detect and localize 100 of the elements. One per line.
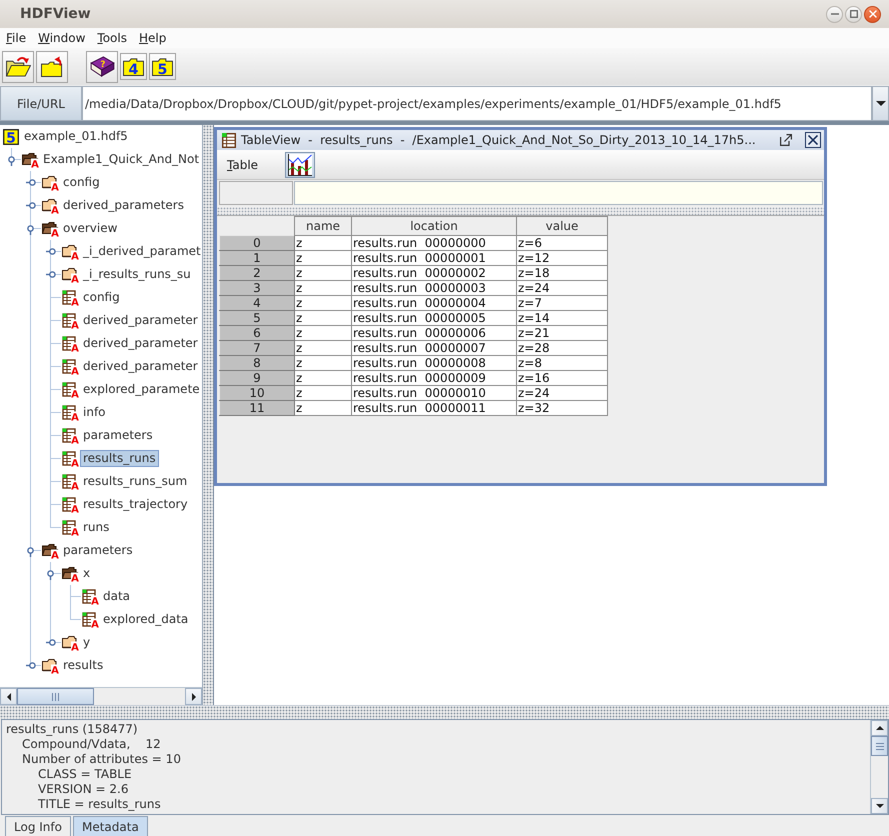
table-cell: z=28 xyxy=(516,340,608,356)
expander-icon[interactable] xyxy=(46,271,56,278)
toolbar-button[interactable] xyxy=(36,50,68,82)
menu-item[interactable]: Tools xyxy=(91,30,133,46)
pop-out-icon xyxy=(780,134,792,146)
tree-item[interactable]: _i_derived_paramet xyxy=(80,243,204,260)
row-header[interactable]: 9 xyxy=(220,370,294,386)
tree-item[interactable]: explored_paramete xyxy=(80,381,203,398)
tree-item[interactable]: results_runs_sum xyxy=(80,473,190,490)
toolbar-button[interactable]: ? xyxy=(86,50,118,82)
expander-icon[interactable] xyxy=(26,202,36,209)
folder-icon: A xyxy=(42,174,59,190)
tree-item[interactable]: explored_data xyxy=(100,611,192,628)
close-button[interactable] xyxy=(864,6,881,22)
expander-icon[interactable] xyxy=(27,225,34,235)
column-header[interactable]: value xyxy=(516,216,608,236)
minimize-icon xyxy=(830,13,838,15)
tree-item[interactable]: parameters xyxy=(60,542,136,559)
table-cell: z xyxy=(294,340,352,356)
menu-item[interactable]: Table xyxy=(221,156,264,172)
row-header[interactable]: 4 xyxy=(220,296,294,310)
table-cell: z=6 xyxy=(516,236,608,250)
row-header[interactable]: 11 xyxy=(220,400,294,416)
table-cell: z xyxy=(294,386,352,400)
close-button[interactable] xyxy=(805,132,821,148)
vertical-scrollbar[interactable] xyxy=(870,720,888,814)
toolbar-button[interactable] xyxy=(2,50,34,82)
tree-item[interactable]: info xyxy=(80,404,109,421)
scrollbar-thumb[interactable] xyxy=(871,736,888,756)
tree-item[interactable]: data xyxy=(100,588,134,605)
scrollbar-thumb[interactable] xyxy=(17,688,94,705)
cell-value-field[interactable] xyxy=(294,181,823,205)
cell-name-field[interactable] xyxy=(219,181,293,205)
menu-item[interactable]: File xyxy=(0,30,32,46)
expander-icon[interactable] xyxy=(8,156,15,166)
tree-item[interactable]: results_trajectory xyxy=(80,496,191,513)
row-header[interactable]: 6 xyxy=(220,326,294,340)
tree-item[interactable]: results_runs xyxy=(80,450,159,467)
tree-item[interactable]: derived_parameters xyxy=(60,197,187,214)
tree-item[interactable]: Example1_Quick_And_Not xyxy=(40,151,202,168)
row-header[interactable]: 5 xyxy=(220,310,294,326)
log-line: Compound/Vdata, 12 xyxy=(22,737,161,752)
expander-icon[interactable] xyxy=(46,639,56,646)
tree-item[interactable]: derived_parameter xyxy=(80,335,201,352)
folder-icon: A xyxy=(62,266,79,282)
expander-icon[interactable] xyxy=(26,179,36,186)
minimize-button[interactable] xyxy=(826,6,843,22)
tree-item[interactable]: parameters xyxy=(80,427,156,444)
table-icon: A xyxy=(62,358,79,374)
expander-icon[interactable] xyxy=(26,662,36,669)
tree-item[interactable]: x xyxy=(80,565,94,582)
expander-icon[interactable] xyxy=(47,570,54,580)
dropdown-button[interactable] xyxy=(872,86,889,121)
tab[interactable]: Log Info xyxy=(5,816,71,836)
file-url-button[interactable]: File/URL xyxy=(0,86,82,121)
tree-item[interactable]: results xyxy=(60,657,106,674)
table-cell: z=8 xyxy=(516,356,608,370)
close-icon xyxy=(868,10,876,18)
expander-icon[interactable] xyxy=(46,248,56,255)
menu-item[interactable]: Help xyxy=(133,30,172,46)
table-icon: A xyxy=(62,450,79,466)
tree-item[interactable]: example_01.hdf5 xyxy=(21,128,131,145)
chart-button[interactable] xyxy=(285,152,316,178)
column-header[interactable]: location xyxy=(352,216,516,236)
tree-item[interactable]: runs xyxy=(80,519,112,536)
scroll-right-button[interactable] xyxy=(185,688,202,705)
toolbar-button[interactable]: 5 xyxy=(149,53,176,80)
column-header[interactable]: name xyxy=(294,216,352,236)
table-cell: results.run 00000007 xyxy=(352,340,516,356)
table-icon xyxy=(222,132,236,148)
row-header[interactable]: 7 xyxy=(220,340,294,356)
menu-item[interactable]: Window xyxy=(32,30,92,46)
tree-item[interactable]: config xyxy=(60,174,103,191)
url-field[interactable]: /media/Data/Dropbox/Dropbox/CLOUD/git/pypet-project/examples/experiments/example_01/HDF5/example_01.hdf5 xyxy=(82,86,872,121)
row-header[interactable]: 2 xyxy=(220,266,294,280)
horizontal-scrollbar[interactable] xyxy=(0,687,202,705)
maximize-button[interactable] xyxy=(845,6,862,22)
row-header[interactable]: 10 xyxy=(220,386,294,400)
row-header[interactable]: 0 xyxy=(220,236,294,250)
tree-item[interactable]: derived_parameter xyxy=(80,358,201,375)
tab[interactable]: Metadata xyxy=(72,816,148,836)
row-header[interactable]: 8 xyxy=(220,356,294,370)
folder-icon: A xyxy=(42,198,59,214)
row-header[interactable]: 1 xyxy=(220,250,294,266)
scroll-down-button[interactable] xyxy=(871,798,888,814)
tree-item[interactable]: config xyxy=(80,289,123,306)
tree-item[interactable]: overview xyxy=(60,220,120,237)
tree-item[interactable]: derived_parameter xyxy=(80,312,201,329)
tree-item[interactable]: _i_results_runs_su xyxy=(80,266,194,283)
table-cell: z=32 xyxy=(516,400,608,416)
tree-item[interactable]: y xyxy=(80,634,94,651)
expander-icon[interactable] xyxy=(27,547,34,557)
detach-button[interactable] xyxy=(778,132,794,148)
row-header[interactable]: 3 xyxy=(220,280,294,296)
toolbar-button[interactable]: 4 xyxy=(120,53,147,80)
table-icon: A xyxy=(62,336,79,352)
log-line: results_runs (158477) xyxy=(6,722,138,737)
scroll-up-button[interactable] xyxy=(871,720,888,736)
scroll-left-button[interactable] xyxy=(0,688,17,705)
table-cell: z=16 xyxy=(516,370,608,386)
